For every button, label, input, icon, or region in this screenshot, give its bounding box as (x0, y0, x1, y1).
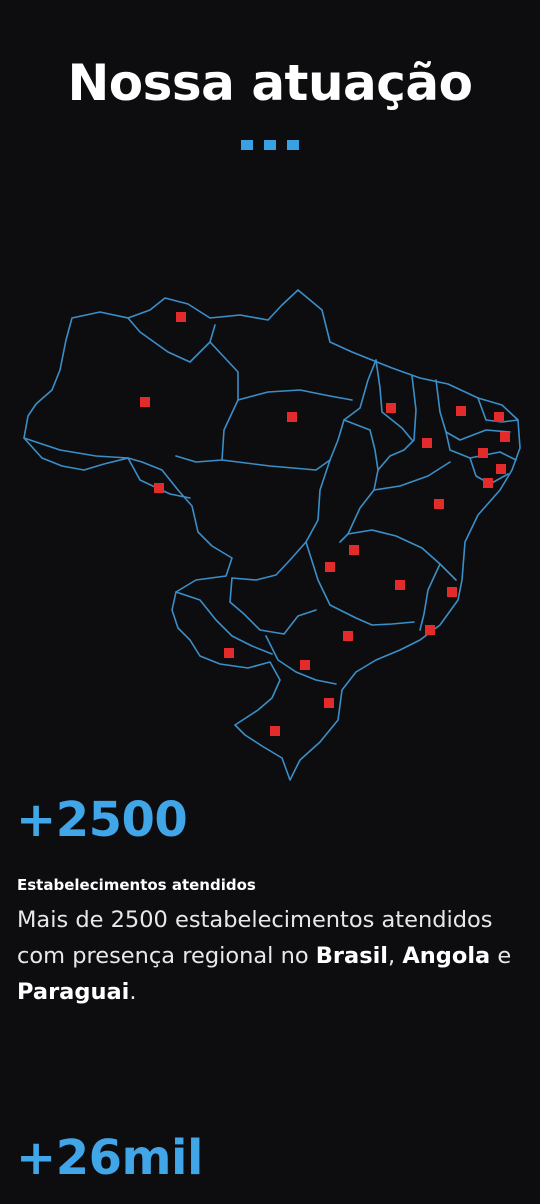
brazil-map-icon (23, 289, 521, 781)
marker (343, 631, 353, 641)
marker (456, 406, 466, 416)
marker (500, 432, 510, 442)
title-dots-decoration (0, 140, 540, 150)
dot-2 (264, 140, 276, 150)
border-6 (237, 389, 353, 401)
desc-end: . (129, 979, 137, 1005)
marker (386, 403, 396, 413)
marker (422, 438, 432, 448)
border-16 (347, 529, 457, 581)
marker (395, 580, 405, 590)
country-paraguai: Paraguai (17, 979, 130, 1005)
marker (496, 464, 506, 474)
border-11 (435, 379, 511, 441)
marker (447, 587, 457, 597)
marker (300, 660, 310, 670)
stat-description: Mais de 2500 estabelecimentos atendidos … (17, 902, 527, 1010)
desc-sep-2: e (497, 943, 512, 969)
border-9 (375, 359, 413, 441)
stat-value-establishments: +2500 (16, 792, 188, 848)
section-title: Nossa atuação (67, 54, 473, 112)
stat-value-second: +26mil (16, 1130, 203, 1186)
border-21 (175, 591, 273, 655)
country-angola: Angola (402, 943, 491, 969)
border-8 (339, 419, 379, 543)
marker (140, 397, 150, 407)
map-outline (23, 289, 521, 781)
brazil-map (0, 280, 540, 800)
marker (494, 412, 504, 422)
border-17 (419, 563, 441, 631)
marker (434, 499, 444, 509)
marker (478, 448, 488, 458)
border-7 (231, 459, 331, 581)
dot-1 (241, 140, 253, 150)
marker (287, 412, 297, 422)
marker (325, 562, 335, 572)
marker (483, 478, 493, 488)
stat-label-establishments: Estabelecimentos atendidos (17, 876, 256, 894)
marker (154, 483, 164, 493)
border-15 (373, 461, 451, 491)
country-brasil: Brasil (315, 943, 389, 969)
marker (176, 312, 186, 322)
marker (349, 545, 359, 555)
dot-3 (287, 140, 299, 150)
desc-sep-1: , (388, 943, 396, 969)
border-1 (127, 317, 216, 363)
marker (224, 648, 234, 658)
marker (425, 625, 435, 635)
marker (270, 726, 280, 736)
marker (324, 698, 334, 708)
border-19 (229, 577, 317, 635)
border-5 (221, 359, 377, 471)
